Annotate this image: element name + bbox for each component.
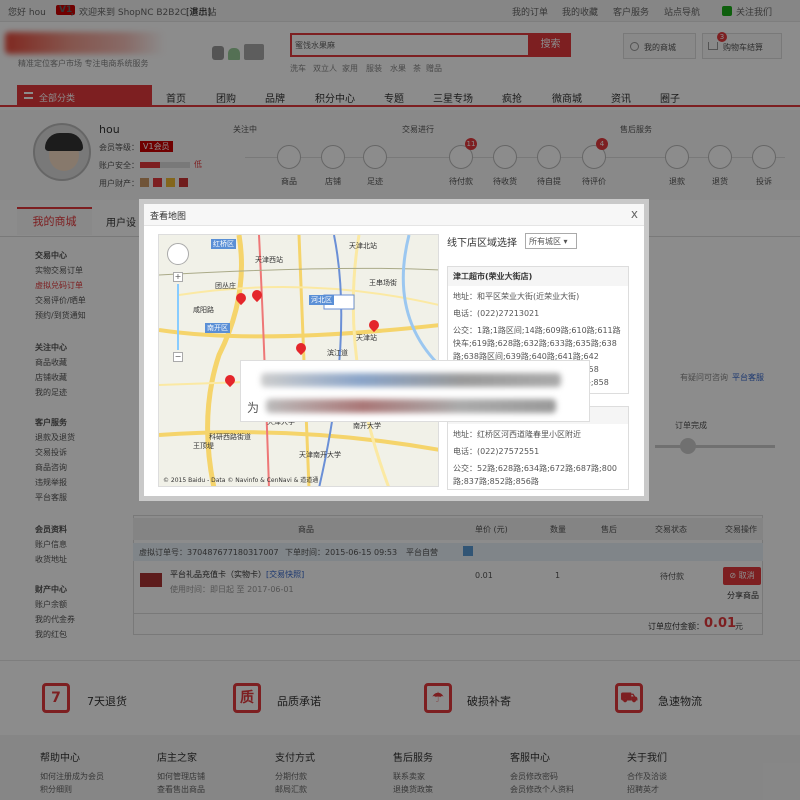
region-label: 线下店区域选择 [447, 238, 517, 249]
store-phone: 电话：(022)27213021 [453, 309, 540, 318]
map-label: 南开大学 [353, 422, 381, 430]
map-label: 天津站 [356, 334, 377, 342]
map-label: 王顶堤 [193, 442, 214, 450]
map-label: 咸阳路 [193, 306, 214, 314]
store-address: 地址：和平区荣业大街(近荣业大街) [453, 292, 580, 301]
dialog-title-text: 查看地图 [150, 212, 187, 222]
store-bus: 公交：52路;628路;634路;672路;687路;800路;837路;852… [453, 464, 618, 486]
blurred-popup: 为 [240, 360, 590, 422]
map-label: 天津西站 [255, 256, 283, 264]
map-label: 王串场街 [369, 279, 397, 287]
region-select-value: 所有城区 [529, 237, 561, 246]
region-selector: 线下店区域选择 所有城区 ▾ [447, 233, 637, 254]
region-select[interactable]: 所有城区 ▾ [525, 233, 577, 249]
map-label: 天津南开大学 [299, 451, 341, 459]
zoom-out-button[interactable]: − [173, 352, 183, 362]
map-label: 河北区 [309, 295, 334, 305]
zoom-slider[interactable] [177, 284, 179, 350]
pan-control[interactable] [167, 243, 189, 265]
store-phone: 电话：(022)27572551 [453, 447, 540, 456]
map-label: 团丛庄 [215, 282, 236, 290]
map-label: 科研西路街道 [209, 433, 251, 441]
zoom-in-button[interactable]: + [173, 272, 183, 282]
dialog-title: 查看地图 x [144, 204, 644, 226]
map-label: 滨江道 [327, 349, 348, 357]
store-name: 津工超市(荣业大街店) [448, 267, 628, 286]
map-dialog: 查看地图 x + − 红桥区天津西站 天津北站王串场街 团丛庄河北区咸阳路南开区天津… [139, 199, 649, 501]
map-label: 天津北站 [349, 242, 377, 250]
chevron-down-icon: ▾ [563, 237, 568, 246]
map-label: 红桥区 [211, 239, 236, 249]
map-copyright: © 2015 Baidu - Data © Navinfo & CenNavi … [163, 477, 319, 484]
close-icon[interactable]: x [631, 207, 638, 221]
store-address: 地址：红桥区河西道隆春里小区附近 [453, 430, 581, 439]
map-label: 南开区 [205, 323, 230, 333]
